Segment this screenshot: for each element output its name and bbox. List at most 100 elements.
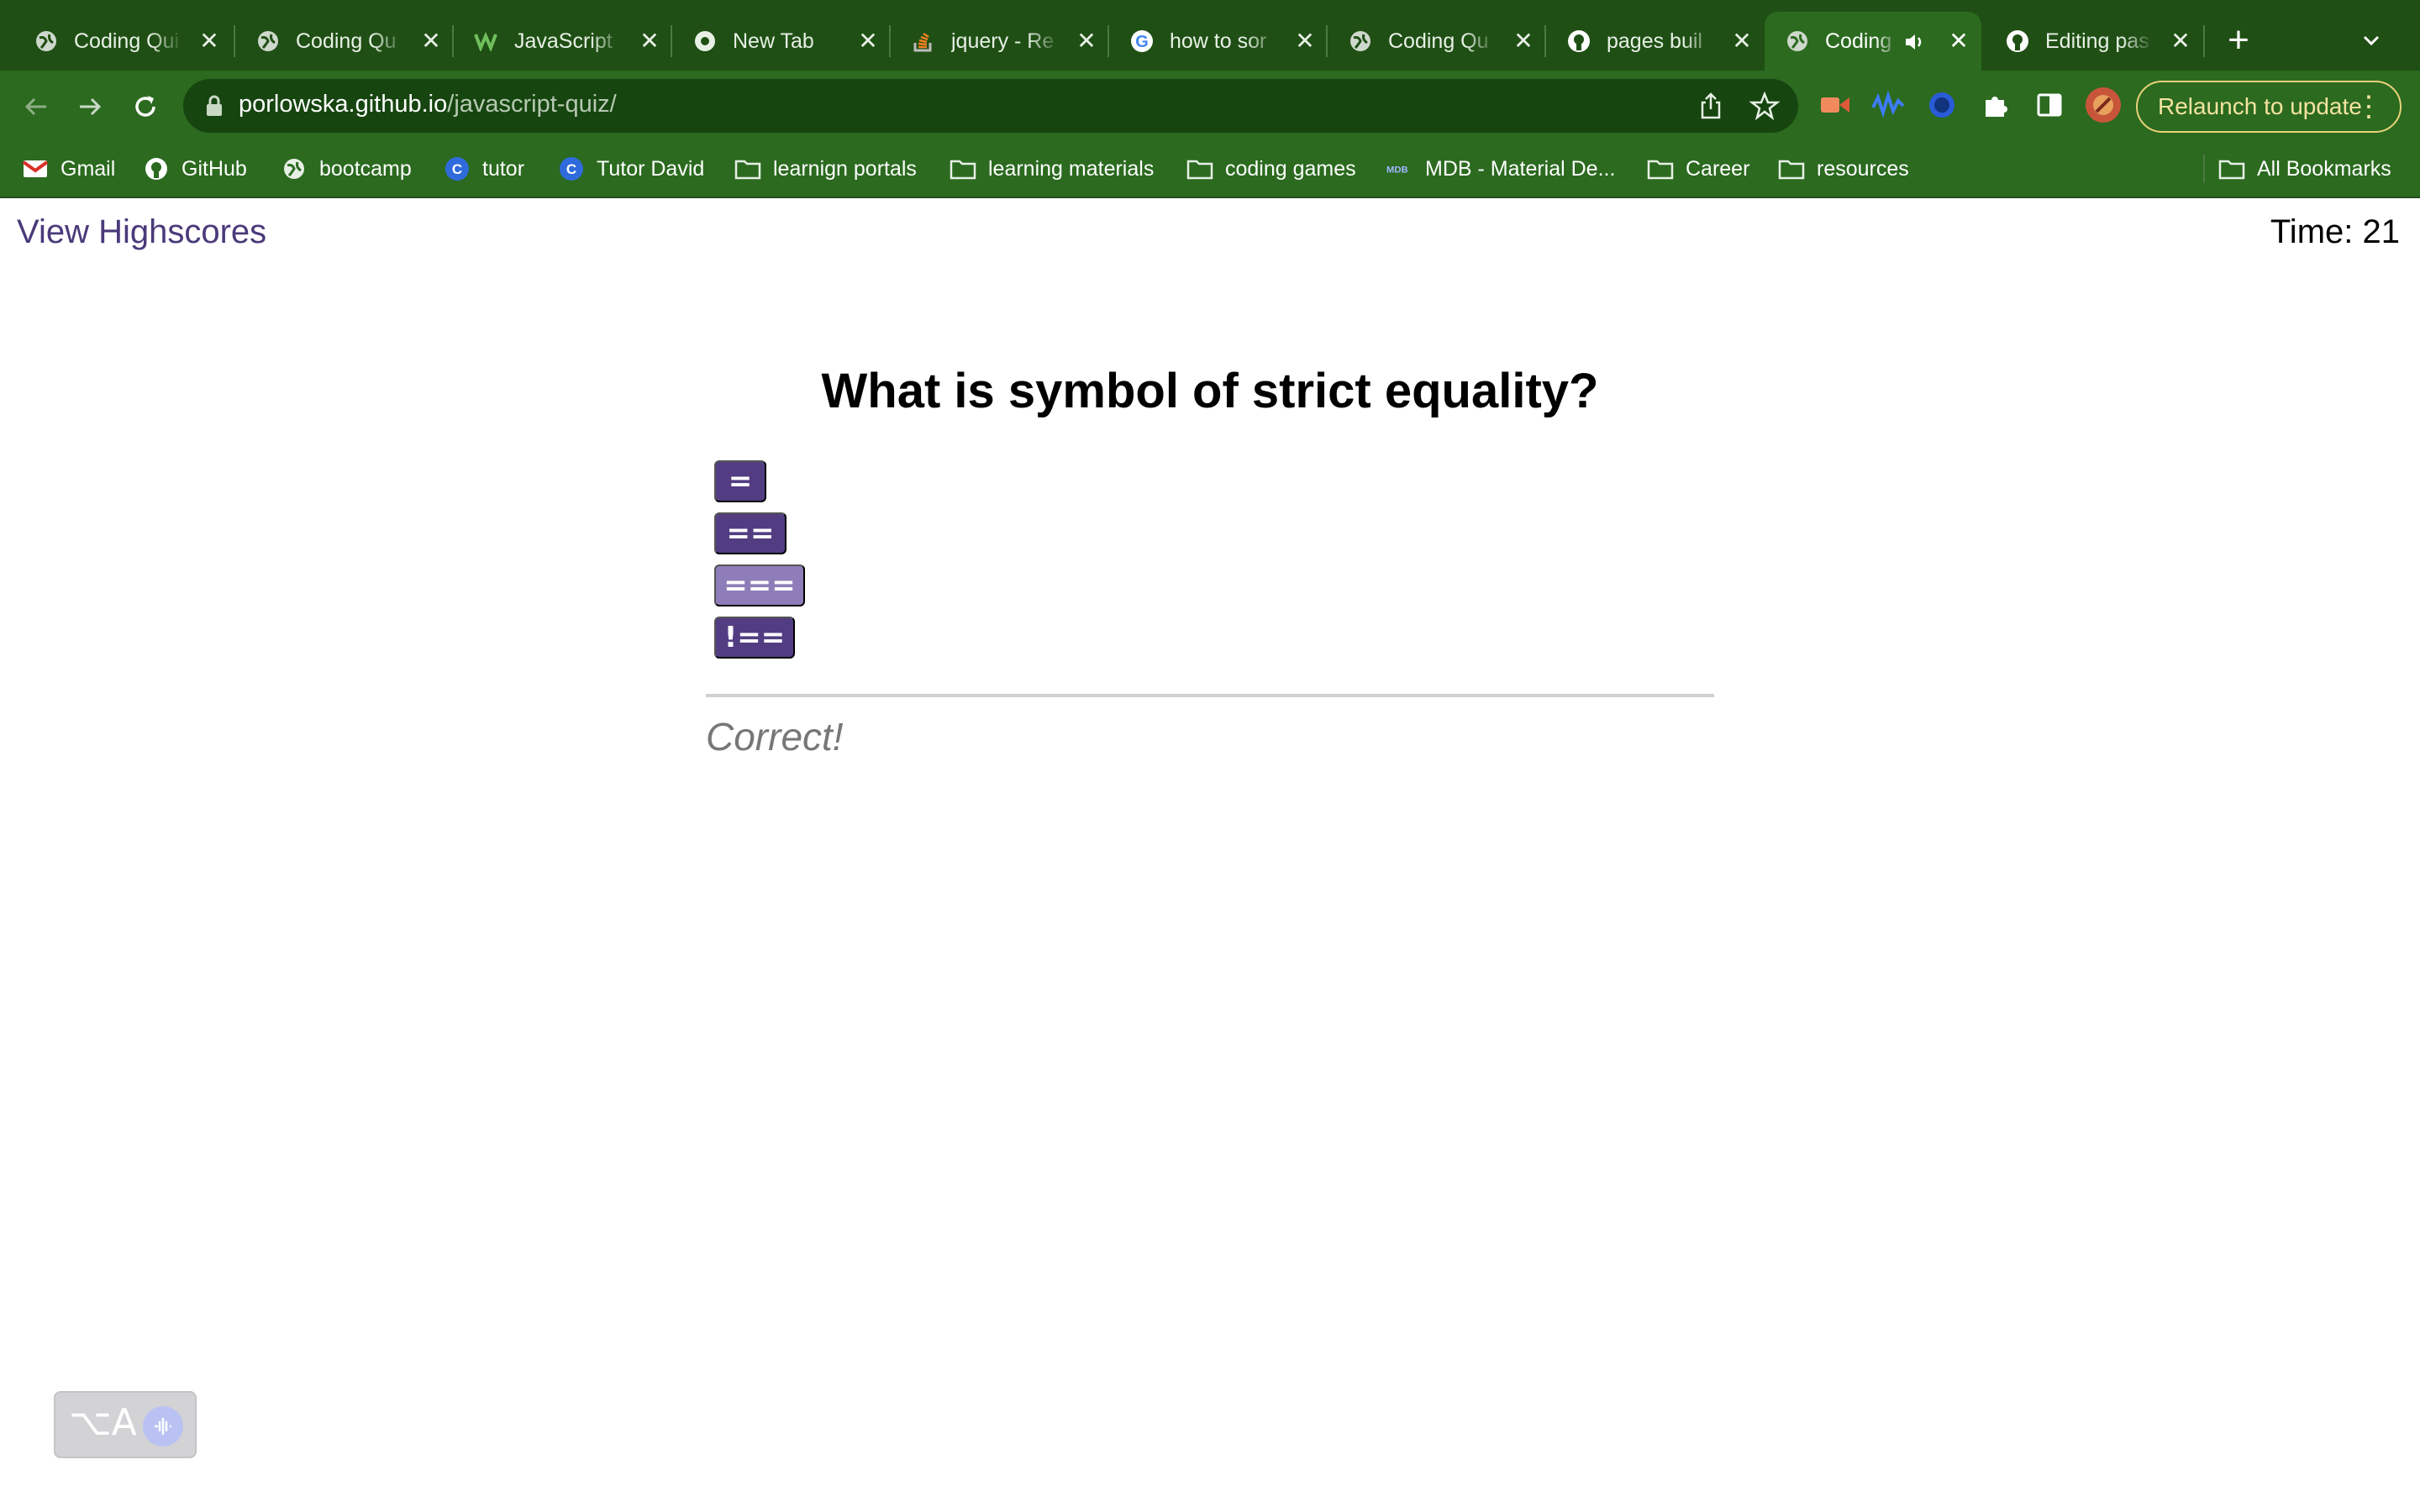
feedback-divider [706, 694, 1714, 697]
bookmark-folder-career[interactable]: Career [1647, 153, 1749, 185]
screen-recorder-extension-icon[interactable] [1817, 86, 1855, 124]
relaunch-label: Relaunch to update [2158, 93, 2362, 119]
folder-icon [1778, 155, 1805, 182]
question-title: What is symbol of strict equality? [821, 364, 1599, 418]
globe-icon [1785, 29, 1810, 54]
bookmark-folder-resources[interactable]: resources [1778, 153, 1909, 185]
close-icon[interactable]: ✕ [637, 29, 662, 54]
bookmark-label: Tutor David [597, 156, 705, 181]
url-path: /javascript-quiz/ [447, 91, 617, 118]
github-icon [1566, 29, 1591, 54]
gmail-icon [22, 155, 49, 182]
bookmark-bootcamp[interactable]: bootcamp [281, 153, 412, 185]
dictation-icon[interactable] [143, 1406, 183, 1446]
new-tab-button[interactable]: + [2222, 18, 2255, 66]
tab-title: jquery - Re [951, 29, 1055, 53]
tab-new-tab[interactable]: New Tab ✕ [672, 12, 891, 71]
answer-button-2[interactable]: == [714, 512, 786, 554]
bookmark-tutor-david[interactable]: C Tutor David [558, 153, 704, 185]
lock-icon[interactable] [202, 92, 227, 119]
bookmark-label: learning materials [988, 156, 1155, 181]
mdb-icon: MDB [1386, 155, 1413, 182]
close-icon[interactable]: ✕ [855, 29, 881, 54]
tab-google-search[interactable]: G how to sor ✕ [1109, 12, 1328, 71]
waveform-extension-icon[interactable] [1869, 86, 1907, 124]
tab-title: Coding Qu [1388, 29, 1489, 53]
tab-coding-quiz-2[interactable]: Coding Qu ✕ [235, 12, 454, 71]
answer-button-3[interactable]: === [714, 564, 805, 606]
bookmark-gmail[interactable]: Gmail [22, 153, 115, 185]
tab-javascript[interactable]: JavaScript ✕ [454, 12, 672, 71]
page-viewport: View Highscores Time: 21 What is symbol … [0, 198, 2420, 1512]
back-button[interactable] [17, 87, 55, 126]
globe-icon [1348, 29, 1373, 54]
input-method-label: ⌥A [69, 1401, 137, 1444]
close-icon[interactable]: ✕ [197, 29, 222, 54]
tab-jquery[interactable]: jquery - Re ✕ [891, 12, 1109, 71]
bookmark-folder-learnign-portals[interactable]: learnign portals [734, 153, 917, 185]
close-icon[interactable]: ✕ [418, 29, 444, 54]
close-icon[interactable]: ✕ [1946, 29, 1971, 54]
tab-title: pages buil [1607, 29, 1702, 53]
tab-title: Coding Qu [296, 29, 397, 53]
side-panel-icon[interactable] [2030, 86, 2069, 124]
close-icon[interactable]: ✕ [2168, 29, 2193, 54]
browser-toolbar: porlowska.github.io/javascript-quiz/ Rel… [0, 71, 2420, 141]
tab-title: how to sor [1170, 29, 1267, 53]
bookmark-label: tutor [482, 156, 525, 181]
github-icon [143, 155, 170, 182]
all-bookmarks-label: All Bookmarks [2257, 156, 2391, 181]
bookmark-label: GitHub [182, 156, 247, 181]
globe-icon [255, 29, 281, 54]
globe-icon [281, 155, 308, 182]
timer: Time: 21 [2270, 213, 2400, 251]
w3schools-icon [474, 29, 499, 54]
close-icon[interactable]: ✕ [1074, 29, 1099, 54]
chevron-down-icon[interactable] [2354, 24, 2388, 57]
svg-text:C: C [566, 161, 576, 177]
answer-button-1[interactable]: = [714, 460, 766, 502]
circle-extension-icon[interactable] [1923, 86, 1961, 124]
globe-icon [34, 29, 59, 54]
tab-title: Coding Qui [74, 29, 180, 53]
bookmarks-divider [2203, 155, 2205, 183]
bookmark-star-icon[interactable] [1748, 89, 1781, 123]
tab-coding-active[interactable]: Coding ✕ [1765, 12, 1981, 71]
folder-icon [2218, 155, 2245, 182]
relaunch-to-update-button[interactable]: Relaunch to update ⋮ [2136, 81, 2402, 133]
forward-button[interactable] [71, 87, 109, 126]
close-icon[interactable]: ✕ [1511, 29, 1536, 54]
tab-coding-quiz-1[interactable]: Coding Qui ✕ [13, 12, 232, 71]
more-menu-icon[interactable]: ⋮ [2354, 89, 2383, 124]
close-icon[interactable]: ✕ [1729, 29, 1754, 54]
bookmarks-bar: Gmail GitHub bootcamp C tutor C Tutor Da… [0, 141, 2420, 198]
tab-coding-quiz-3[interactable]: Coding Qu ✕ [1328, 12, 1546, 71]
url-text[interactable]: porlowska.github.io/javascript-quiz/ [239, 91, 617, 118]
answer-button-4[interactable]: !== [714, 617, 795, 659]
tab-pages-build[interactable]: pages buil ✕ [1546, 12, 1765, 71]
bookmark-label: learnign portals [773, 156, 917, 181]
folder-icon [1186, 155, 1213, 182]
tab-editing-pages[interactable]: Editing pas ✕ [1985, 12, 2203, 71]
view-highscores-link[interactable]: View Highscores [17, 213, 266, 251]
tab-title: Coding [1825, 29, 1892, 53]
svg-text:C: C [452, 161, 462, 177]
address-bar[interactable]: porlowska.github.io/javascript-quiz/ [183, 79, 1798, 133]
speaker-icon[interactable] [1902, 30, 1926, 54]
stackoverflow-icon [911, 29, 936, 54]
bookmark-folder-learning-materials[interactable]: learning materials [950, 153, 1154, 185]
folder-icon [734, 155, 761, 182]
bookmark-mdb[interactable]: MDB MDB - Material De... [1386, 153, 1615, 185]
puzzle-icon[interactable] [1976, 86, 2015, 124]
bookmark-label: Gmail [60, 156, 116, 181]
bookmark-tutor[interactable]: C tutor [444, 153, 524, 185]
all-bookmarks-button[interactable]: All Bookmarks [2218, 153, 2391, 185]
timer-value: 21 [2362, 213, 2401, 250]
bookmark-folder-coding-games[interactable]: coding games [1186, 153, 1356, 185]
profile-avatar-icon[interactable] [2084, 86, 2123, 124]
reload-button[interactable] [126, 87, 165, 126]
input-method-widget[interactable]: ⌥A [54, 1391, 197, 1458]
share-icon[interactable] [1696, 91, 1726, 121]
close-icon[interactable]: ✕ [1292, 29, 1318, 54]
bookmark-github[interactable]: GitHub [143, 153, 247, 185]
